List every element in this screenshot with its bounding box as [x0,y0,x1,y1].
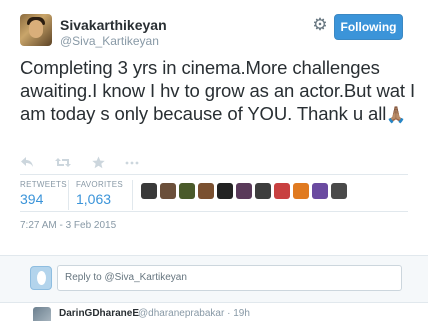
stat-separator [132,180,133,210]
retweets-label: RETWEETS [20,180,67,189]
retweets-count[interactable]: 394 [20,191,43,207]
tweet-text-body: Completing 3 yrs in cinema.More challeng… [20,57,416,124]
tweet-header: Sivakarthikeyan @Siva_Kartikeyan ⚙ Follo… [0,0,428,56]
favoriter-avatar[interactable] [312,183,328,199]
reply-author-name[interactable]: DarinGDharaneE [59,308,139,319]
retweet-icon[interactable] [55,156,71,172]
author-name[interactable]: Sivakarthikeyan [60,17,167,33]
reply-author-avatar[interactable] [33,307,51,321]
favorites-count[interactable]: 1,063 [76,191,111,207]
praying-hands-emoji: 🙏🏽 [386,107,407,124]
user-avatar [30,266,52,290]
reply-input[interactable]: Reply to @Siva_Kartikeyan [57,265,402,291]
following-button[interactable]: Following [334,14,403,40]
favoriter-avatar[interactable] [293,183,309,199]
author-avatar[interactable] [20,14,52,46]
gear-icon[interactable]: ⚙ [311,16,329,34]
favoriter-avatar[interactable] [236,183,252,199]
avatar-face [29,20,43,38]
favoriter-avatar[interactable] [198,183,214,199]
favoriter-avatar[interactable] [217,183,233,199]
divider-top [20,174,408,175]
stat-separator [68,180,69,210]
reply-icon[interactable] [20,156,34,172]
divider-middle [20,211,408,212]
more-icon[interactable] [125,156,139,172]
egg-icon [37,271,46,285]
favoriter-avatar[interactable] [160,183,176,199]
favoriter-avatar[interactable] [255,183,271,199]
favoriter-avatar[interactable] [274,183,290,199]
author-handle[interactable]: @Siva_Kartikeyan [60,34,159,48]
reply-tweet-row[interactable]: DarinGDharaneE @dharaneprabakar · 19h [0,303,428,321]
favoriter-avatar[interactable] [141,183,157,199]
reply-area: Reply to @Siva_Kartikeyan [0,255,428,303]
favoriter-avatar[interactable] [179,183,195,199]
favoriter-avatar[interactable] [331,183,347,199]
tweet-timestamp[interactable]: 7:27 AM - 3 Feb 2015 [20,220,116,231]
tweet-text: Completing 3 yrs in cinema.More challeng… [20,56,415,127]
favorites-label: FAVORITES [76,180,124,189]
star-icon[interactable] [92,156,105,172]
reply-author-handle[interactable]: @dharaneprabakar · 19h [138,308,250,319]
